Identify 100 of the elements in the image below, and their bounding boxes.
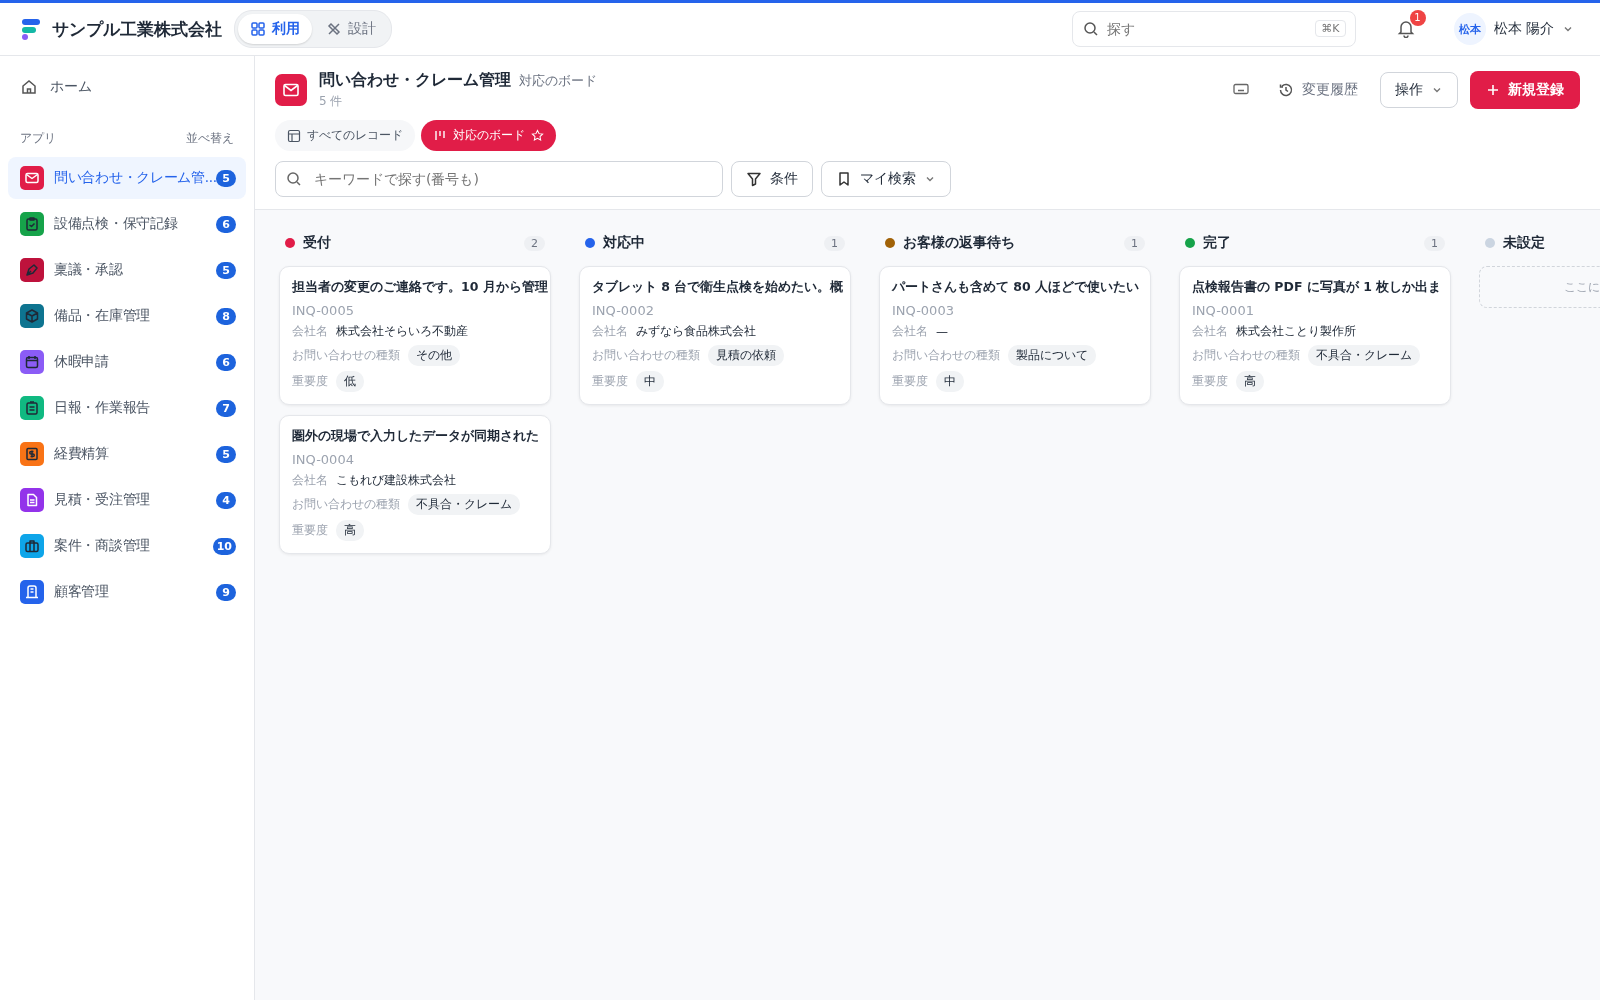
sidebar-item[interactable]: 経費精算 5 bbox=[8, 433, 246, 475]
column-title: 受付 bbox=[303, 234, 332, 252]
new-record-button[interactable]: 新規登録 bbox=[1470, 71, 1580, 109]
record-card[interactable]: 担当者の変更のご連絡です。10 月から管理 INQ-0005 会社名 株式会社そらいろ不動産 お問い合わせの種類 その他 重要度 低 bbox=[279, 266, 551, 405]
conditions-button[interactable]: 条件 bbox=[731, 161, 813, 197]
bookmark-icon bbox=[836, 171, 852, 187]
record-id: INQ-0005 bbox=[292, 303, 354, 318]
history-icon bbox=[1278, 82, 1294, 98]
sidebar-item[interactable]: 稟議・承認 5 bbox=[8, 249, 246, 291]
record-id: INQ-0002 bbox=[592, 303, 654, 318]
record-id: INQ-0004 bbox=[292, 452, 354, 467]
category-tag: 不具合・クレーム bbox=[1308, 345, 1420, 366]
field-label: 会社名 bbox=[292, 472, 328, 489]
mode-tab[interactable]: 利用 bbox=[238, 14, 312, 44]
category-tag: 見積の依頼 bbox=[708, 345, 784, 366]
shortcut-hint: ⌘K bbox=[1315, 20, 1346, 37]
field-label: 会社名 bbox=[592, 323, 628, 340]
count-badge: 6 bbox=[216, 353, 236, 371]
record-count: 5 件 bbox=[319, 93, 344, 110]
field-label: お問い合わせの種類 bbox=[292, 496, 400, 513]
sidebar-item[interactable]: 備品・在庫管理 8 bbox=[8, 295, 246, 337]
column-count: 2 bbox=[524, 235, 545, 251]
search-icon bbox=[1082, 21, 1099, 37]
sidebar-item[interactable]: 問い合わせ・クレーム管... 5 bbox=[8, 157, 246, 199]
priority-tag: 中 bbox=[636, 371, 664, 392]
view-tab[interactable]: すべてのレコード bbox=[275, 120, 415, 151]
search-icon bbox=[286, 171, 302, 187]
column-count: 1 bbox=[824, 235, 845, 251]
mode-tab[interactable]: 設計 bbox=[314, 14, 388, 44]
priority-tag: 中 bbox=[936, 371, 964, 392]
count-badge: 5 bbox=[216, 261, 236, 279]
card-title: 点検報告書の PDF に写真が 1 枚しか出ま bbox=[1192, 279, 1442, 296]
sidebar-item[interactable]: 案件・商談管理 10 bbox=[8, 525, 246, 567]
mail-icon bbox=[275, 74, 307, 106]
field-label: 重要度 bbox=[292, 522, 328, 539]
category-tag: その他 bbox=[408, 345, 460, 366]
record-id: INQ-0001 bbox=[1192, 303, 1254, 318]
count-badge: 8 bbox=[216, 307, 236, 325]
field-label: 重要度 bbox=[1192, 373, 1228, 390]
priority-tag: 高 bbox=[336, 520, 364, 541]
history-button[interactable]: 変更履歴 bbox=[1268, 73, 1368, 107]
record-card[interactable]: 圏外の現場で入力したデータが同期された INQ-0004 会社名 こもれび建設株式会社 お問い合わせの種類 不具合・クレーム 重要度 高 bbox=[279, 415, 551, 554]
sidebar-item[interactable]: 顧客管理 9 bbox=[8, 571, 246, 613]
category-tag: 製品について bbox=[1008, 345, 1096, 366]
tools-icon bbox=[326, 21, 342, 37]
card-title: パートさんも含めて 80 人ほどで使いたい bbox=[892, 279, 1140, 296]
field-label: 会社名 bbox=[292, 323, 328, 340]
field-label: お問い合わせの種類 bbox=[292, 347, 400, 364]
keyword-search-field[interactable]: キーワードで探す(番号も) bbox=[275, 161, 723, 197]
field-label: 重要度 bbox=[892, 373, 928, 390]
star-icon bbox=[531, 129, 544, 142]
priority-tag: 低 bbox=[336, 371, 364, 392]
priority-tag: 高 bbox=[1236, 371, 1264, 392]
user-name: 松本 陽介 bbox=[1493, 20, 1554, 38]
column-title: 対応中 bbox=[603, 234, 646, 252]
record-card[interactable]: タブレット 8 台で衛生点検を始めたい。概 INQ-0002 会社名 みずなら食品株式会社 お問い合わせの種類 見積の依頼 重要度 中 bbox=[579, 266, 851, 405]
count-badge: 6 bbox=[216, 215, 236, 233]
grid-icon bbox=[250, 21, 266, 37]
table-icon bbox=[287, 128, 301, 143]
count-badge: 5 bbox=[216, 445, 236, 463]
company-name: サンプル工業株式会社 bbox=[52, 17, 222, 41]
sort-link[interactable]: 並べ替え bbox=[186, 130, 234, 147]
card-title: タブレット 8 台で衛生点検を始めたい。概 bbox=[592, 279, 844, 296]
drop-hint: ここに bbox=[1564, 278, 1600, 296]
user-avatar: 松本 bbox=[1453, 13, 1486, 45]
sidebar-item[interactable]: 日報・作業報告 7 bbox=[8, 387, 246, 429]
field-label: お問い合わせの種類 bbox=[592, 347, 700, 364]
sidebar-item[interactable]: 設備点検・保守記録 6 bbox=[8, 203, 246, 245]
notification-badge: 1 bbox=[1409, 9, 1426, 26]
actions-button[interactable]: 操作 bbox=[1380, 72, 1458, 108]
count-badge: 10 bbox=[212, 537, 236, 555]
field-value: みずなら食品株式会社 bbox=[636, 323, 756, 340]
column-title: 完了 bbox=[1203, 234, 1232, 252]
field-label: 会社名 bbox=[1192, 323, 1228, 340]
plus-icon bbox=[1486, 83, 1500, 97]
field-label: お問い合わせの種類 bbox=[1192, 347, 1300, 364]
record-card[interactable]: パートさんも含めて 80 人ほどで使いたい INQ-0003 会社名 — お問い合わせの種類 製品について 重要度 中 bbox=[879, 266, 1151, 405]
saved-search-button[interactable]: マイ検索 bbox=[821, 161, 951, 197]
user-menu[interactable]: 松本 松本 陽介 bbox=[1447, 12, 1580, 46]
sidebar-item[interactable]: 休暇申請 6 bbox=[8, 341, 246, 383]
page-title: 問い合わせ・クレーム管理 bbox=[319, 70, 511, 91]
field-label: お問い合わせの種類 bbox=[892, 347, 1000, 364]
filter-icon bbox=[746, 171, 762, 187]
column-title: 未設定 bbox=[1503, 234, 1546, 252]
logo-icon bbox=[20, 17, 42, 41]
record-card[interactable]: 点検報告書の PDF に写真が 1 枚しか出ま INQ-0001 会社名 株式会社ことり製作所 お問い合わせの種類 不具合・クレーム 重要度 高 bbox=[1179, 266, 1451, 405]
section-label: アプリ bbox=[20, 130, 56, 147]
home-link[interactable]: ホーム bbox=[8, 72, 246, 102]
column-count: 1 bbox=[1424, 235, 1445, 251]
count-badge: 7 bbox=[216, 399, 236, 417]
field-label: 重要度 bbox=[292, 373, 328, 390]
field-value: — bbox=[936, 324, 948, 339]
field-value: 株式会社そらいろ不動産 bbox=[336, 323, 468, 340]
count-badge: 4 bbox=[216, 491, 236, 509]
view-name: 対応のボード bbox=[519, 72, 597, 90]
sidebar-item[interactable]: 見積・受注管理 4 bbox=[8, 479, 246, 521]
view-tab[interactable]: 対応のボード bbox=[421, 120, 556, 151]
field-value: こもれび建設株式会社 bbox=[336, 472, 456, 489]
record-id: INQ-0003 bbox=[892, 303, 954, 318]
column-count: 1 bbox=[1124, 235, 1145, 251]
